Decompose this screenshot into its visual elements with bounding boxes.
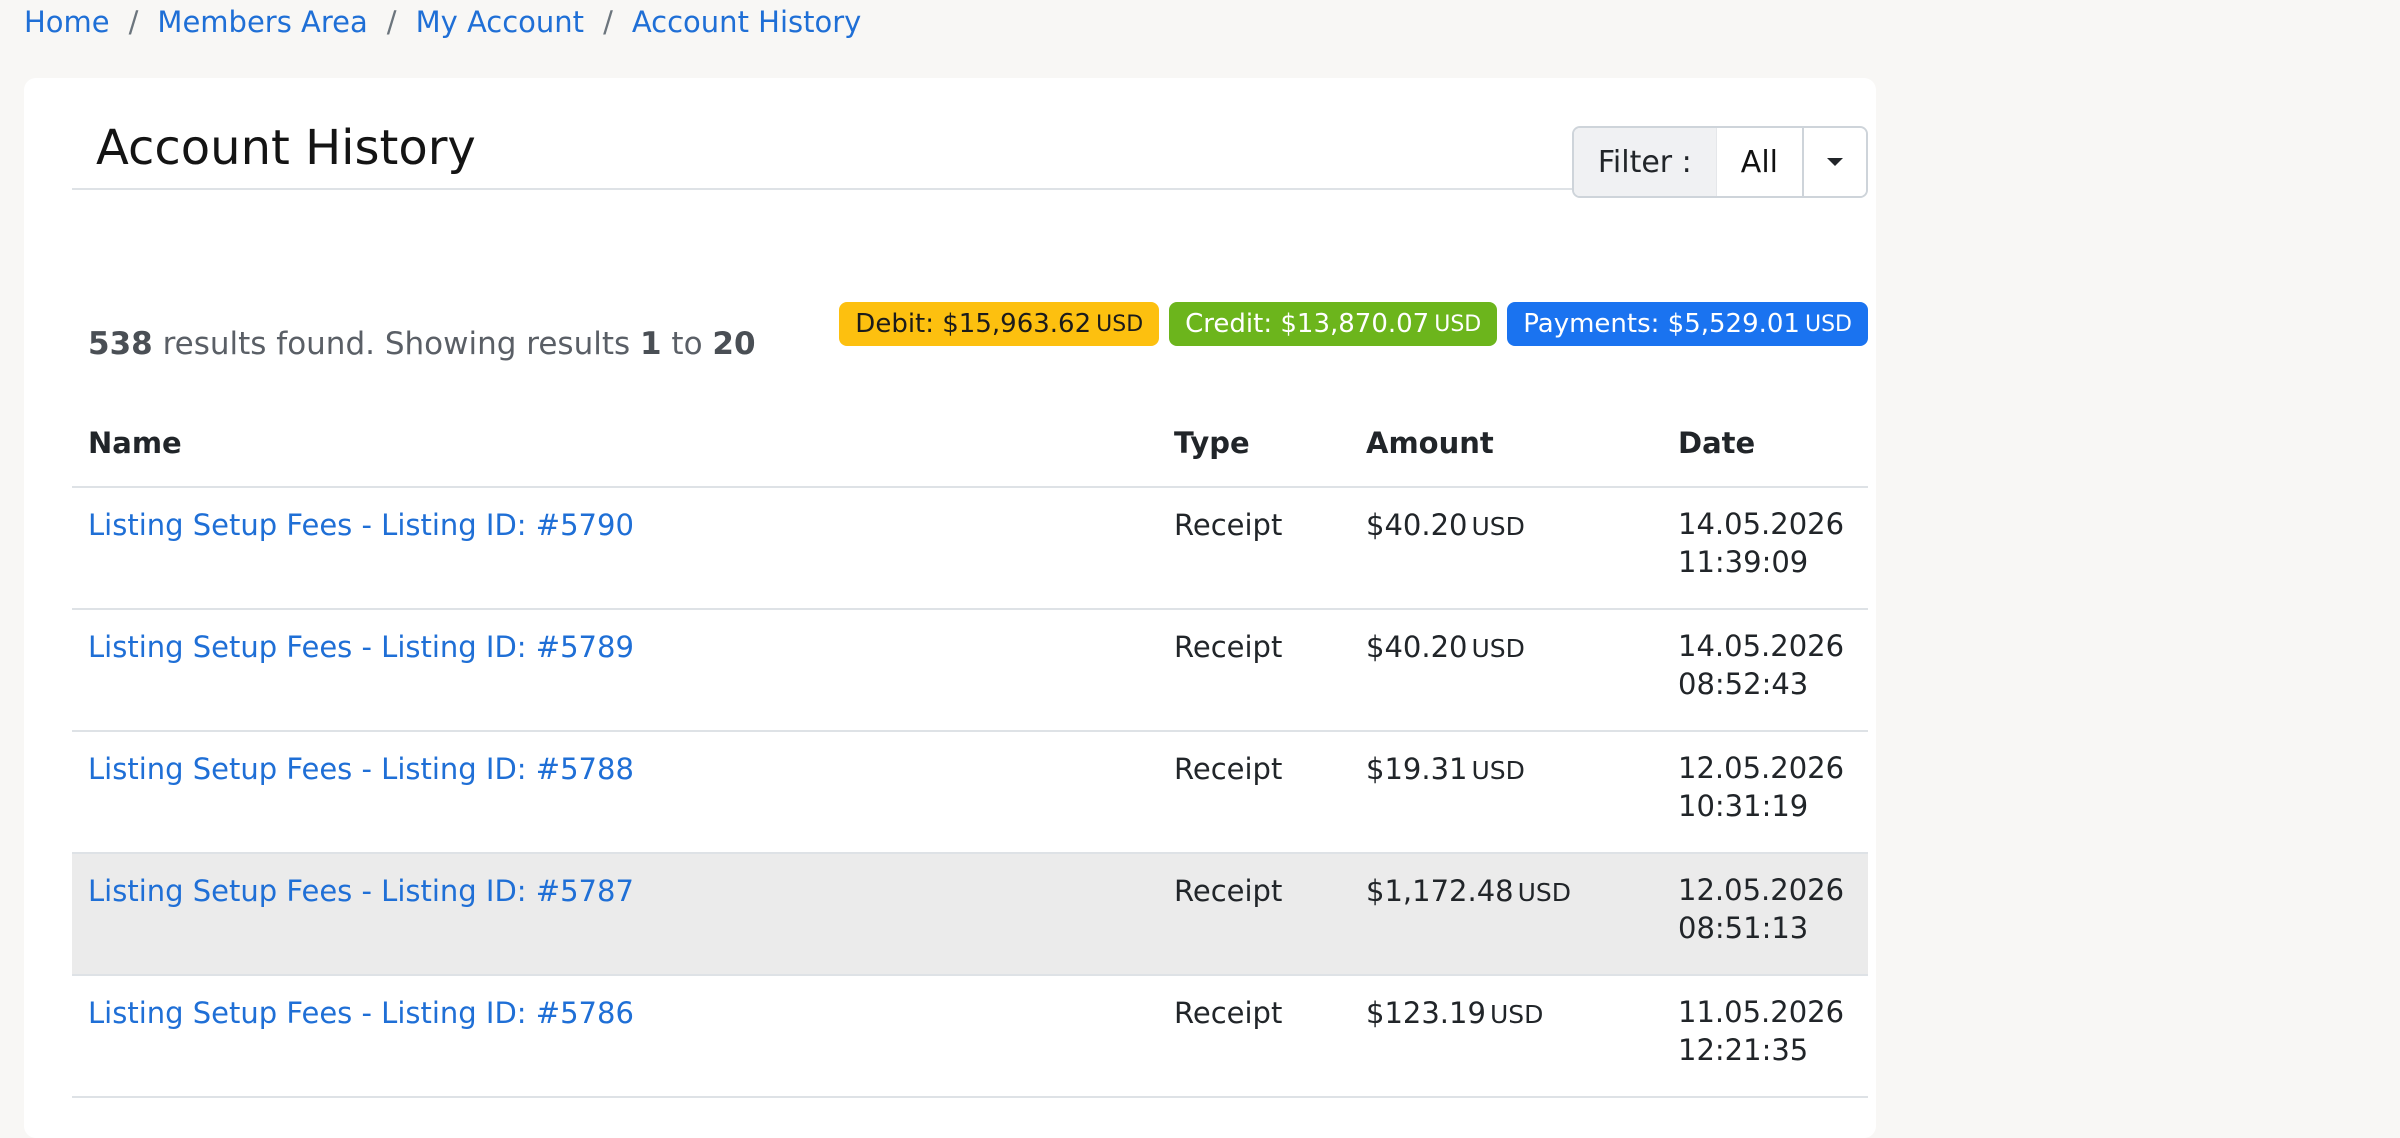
filter-dropdown[interactable]: Filter : All <box>1571 126 1868 198</box>
row-date-cell: 11.05.2026 12:21:35 <box>1662 975 1868 1098</box>
table-row: Listing Setup Fees - Listing ID: #5790 R… <box>72 487 1868 610</box>
credit-total-currency: USD <box>1434 311 1482 337</box>
breadcrumb-separator: / <box>128 5 139 39</box>
credit-total-badge: Credit: $13,870.07 USD <box>1169 302 1498 346</box>
debit-total-value: Debit: $15,963.62 <box>855 309 1092 339</box>
debit-total-currency: USD <box>1096 311 1144 337</box>
listing-fee-link[interactable]: Listing Setup Fees - Listing ID: #5789 <box>88 630 634 664</box>
caret-down-icon <box>1827 158 1843 166</box>
row-time: 12:21:35 <box>1678 1033 1809 1067</box>
row-amount-currency: USD <box>1471 634 1525 663</box>
payments-total-badge: Payments: $5,529.01 USD <box>1507 302 1868 346</box>
row-name-cell: Listing Setup Fees - Listing ID: #5788 <box>72 731 1158 854</box>
results-total-count: 538 <box>88 326 153 362</box>
row-name-cell: Listing Setup Fees - Listing ID: #5787 <box>72 853 1158 976</box>
breadcrumb-home-link[interactable]: Home <box>24 5 110 39</box>
row-date-cell: 14.05.2026 08:52:43 <box>1662 609 1868 732</box>
row-type-cell: Receipt <box>1158 975 1350 1098</box>
row-amount-currency: USD <box>1471 756 1525 785</box>
breadcrumb-account-history-link[interactable]: Account History <box>632 5 861 39</box>
filter-selected-value[interactable]: All <box>1715 128 1804 196</box>
table-row: Listing Setup Fees - Listing ID: #5786 R… <box>72 975 1868 1098</box>
listing-fee-link[interactable]: Listing Setup Fees - Listing ID: #5787 <box>88 874 634 908</box>
row-amount-currency: USD <box>1489 1000 1544 1029</box>
row-amount-value: $123.19 <box>1366 996 1486 1030</box>
breadcrumb-separator: / <box>603 5 613 39</box>
row-time: 08:52:43 <box>1678 667 1809 701</box>
account-history-table: Name Type Amount Date Listing Setup Fees… <box>72 400 1868 1098</box>
row-name-cell: Listing Setup Fees - Listing ID: #5790 <box>72 487 1158 610</box>
row-amount-currency: USD <box>1471 512 1525 541</box>
row-amount-currency: USD <box>1517 878 1572 907</box>
row-amount-cell: $123.19 USD <box>1350 975 1662 1098</box>
breadcrumb-my-account-link[interactable]: My Account <box>416 5 585 39</box>
row-type-cell: Receipt <box>1158 609 1350 732</box>
breadcrumb-separator: / <box>386 5 397 39</box>
column-header-type: Type <box>1158 400 1350 488</box>
results-summary-text: results found. Showing results <box>152 326 640 362</box>
table-row: Listing Setup Fees - Listing ID: #5788 R… <box>72 731 1868 854</box>
row-amount-value: $1,172.48 <box>1366 874 1514 908</box>
breadcrumb-members-area-link[interactable]: Members Area <box>157 5 367 39</box>
listing-fee-link[interactable]: Listing Setup Fees - Listing ID: #5786 <box>88 996 634 1030</box>
row-amount-value: $40.20 <box>1366 630 1468 664</box>
table-row: Listing Setup Fees - Listing ID: #5789 R… <box>72 609 1868 732</box>
row-name-cell: Listing Setup Fees - Listing ID: #5786 <box>72 975 1158 1098</box>
page-title: Account History <box>96 120 476 176</box>
table-row: Listing Setup Fees - Listing ID: #5787 R… <box>72 853 1868 976</box>
listing-fee-link[interactable]: Listing Setup Fees - Listing ID: #5788 <box>88 752 634 786</box>
table-header-row: Name Type Amount Date <box>72 400 1868 488</box>
card-header: Account History Filter : All <box>72 102 1868 198</box>
results-summary-to: to <box>661 326 713 362</box>
row-amount-value: $40.20 <box>1366 508 1468 542</box>
row-type-cell: Receipt <box>1158 853 1350 976</box>
row-amount-cell: $40.20 USD <box>1350 487 1662 610</box>
row-name-cell: Listing Setup Fees - Listing ID: #5789 <box>72 609 1158 732</box>
debit-total-badge: Debit: $15,963.62 USD <box>839 302 1160 346</box>
results-summary: 538 results found. Showing results 1 to … <box>88 326 756 362</box>
row-amount-cell: $1,172.48 USD <box>1350 853 1662 976</box>
results-range-end: 20 <box>712 326 756 362</box>
row-date-cell: 12.05.2026 08:51:13 <box>1662 853 1868 976</box>
column-header-amount: Amount <box>1350 400 1662 488</box>
row-type-cell: Receipt <box>1158 487 1350 610</box>
row-amount-cell: $19.31 USD <box>1350 731 1662 854</box>
filter-label: Filter : <box>1573 128 1716 196</box>
row-type-cell: Receipt <box>1158 731 1350 854</box>
credit-total-value: Credit: $13,870.07 <box>1185 309 1430 339</box>
row-time: 10:31:19 <box>1678 789 1809 823</box>
column-header-date: Date <box>1662 400 1868 488</box>
row-date-cell: 12.05.2026 10:31:19 <box>1662 731 1868 854</box>
totals-badges: Debit: $15,963.62 USD Credit: $13,870.07 U… <box>839 302 1868 346</box>
listing-fee-link[interactable]: Listing Setup Fees - Listing ID: #5790 <box>88 508 634 542</box>
account-history-card: Account History Filter : All Debit: $15,… <box>24 78 1876 1138</box>
filter-toggle-button[interactable] <box>1804 128 1866 196</box>
row-amount-cell: $40.20 USD <box>1350 609 1662 732</box>
column-header-name: Name <box>72 400 1158 488</box>
row-date-cell: 14.05.2026 11:39:09 <box>1662 487 1868 610</box>
results-range-start: 1 <box>640 326 662 362</box>
row-time: 11:39:09 <box>1678 545 1809 579</box>
breadcrumb: Home / Members Area / My Account / Accou… <box>24 0 861 44</box>
payments-total-currency: USD <box>1804 311 1852 337</box>
payments-total-value: Payments: $5,529.01 <box>1523 309 1800 339</box>
row-time: 08:51:13 <box>1678 911 1809 945</box>
row-amount-value: $19.31 <box>1366 752 1468 786</box>
